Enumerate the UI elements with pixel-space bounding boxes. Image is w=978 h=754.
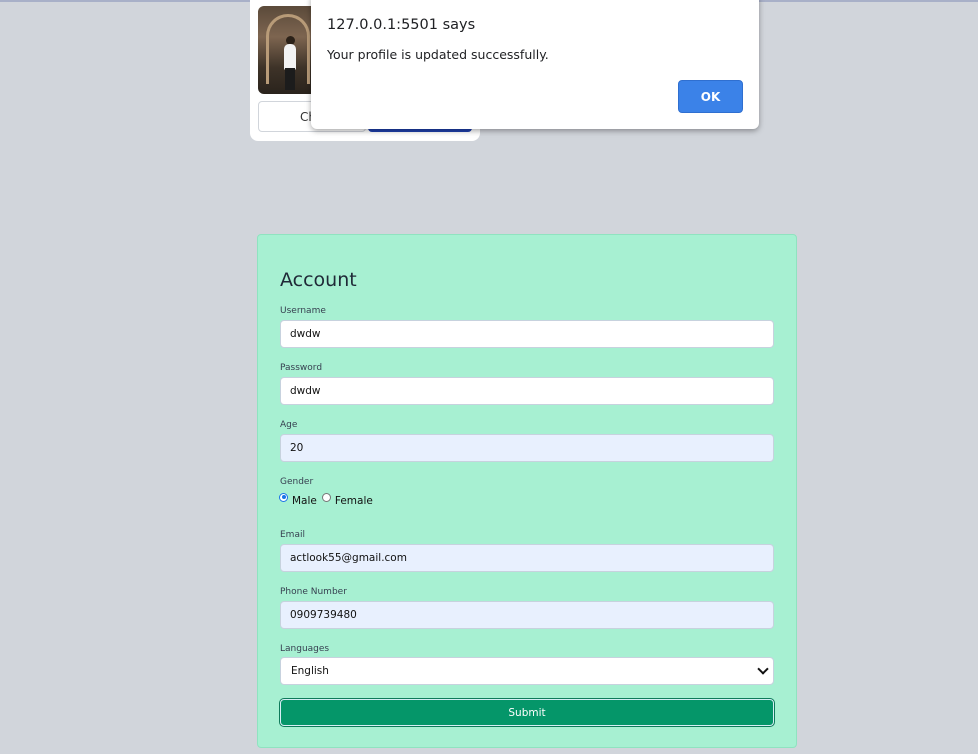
alert-message: Your profile is updated successfully. [327, 47, 549, 62]
avatar-photo [258, 6, 318, 94]
submit-button[interactable]: Submit [280, 699, 774, 726]
gender-male-radio[interactable] [279, 492, 288, 502]
alert-ok-button[interactable]: OK [678, 80, 743, 113]
username-input[interactable]: dwdw [280, 320, 774, 348]
languages-label: Languages [280, 644, 330, 654]
password-input[interactable]: dwdw [280, 377, 774, 405]
account-form: Account Username dwdw Password dwdw Age … [257, 234, 797, 748]
password-label: Password [280, 363, 323, 373]
gender-label: Gender [280, 477, 314, 487]
phone-input[interactable]: 0909739480 [280, 601, 774, 629]
email-input[interactable]: actlook55@gmail.com [280, 544, 774, 572]
age-input[interactable]: 20 [280, 434, 774, 462]
languages-selected-value: English [291, 665, 329, 677]
username-label: Username [280, 306, 326, 316]
gender-male-label: Male [292, 495, 317, 507]
gender-radio-group: Male Female [279, 492, 373, 507]
email-label: Email [280, 530, 305, 540]
gender-female-label: Female [334, 495, 373, 507]
chevron-down-icon [757, 663, 769, 675]
languages-select[interactable]: English [280, 657, 774, 685]
alert-dialog: 127.0.0.1:5501 says Your profile is upda… [311, 0, 759, 129]
account-title: Account [280, 269, 357, 291]
phone-label: Phone Number [280, 587, 347, 597]
alert-title: 127.0.0.1:5501 says [327, 17, 476, 33]
gender-female-radio[interactable] [321, 492, 331, 502]
age-label: Age [280, 420, 298, 430]
